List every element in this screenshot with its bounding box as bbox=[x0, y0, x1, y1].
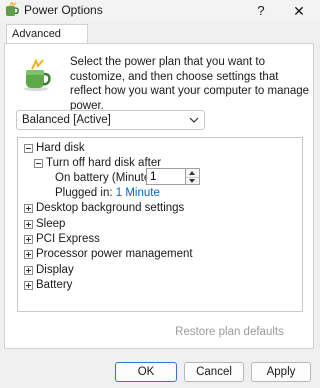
on-battery-input[interactable] bbox=[146, 168, 186, 185]
tree-item-label: Processor power management bbox=[36, 248, 193, 260]
expand-icon[interactable] bbox=[24, 220, 33, 229]
help-button[interactable]: ? bbox=[250, 2, 272, 20]
description-text: Select the power plan that you want to c… bbox=[70, 56, 310, 112]
tree-item-label: Desktop background settings bbox=[36, 202, 185, 214]
on-battery-label: On battery (Minute): bbox=[55, 172, 158, 184]
tree-item-label: Battery bbox=[36, 279, 73, 291]
tree-item-label: Hard disk bbox=[36, 142, 85, 154]
power-options-icon bbox=[6, 2, 19, 16]
power-options-window: Power Options ? ✕ Advanced settings Sele… bbox=[0, 0, 320, 388]
plugged-in-setting: Plugged in: 1 Minute bbox=[55, 186, 160, 200]
expand-icon[interactable] bbox=[24, 250, 33, 259]
spin-down-icon[interactable] bbox=[186, 177, 199, 185]
window-title: Power Options bbox=[24, 3, 103, 17]
cancel-button[interactable]: Cancel bbox=[184, 362, 244, 382]
ok-button[interactable]: OK bbox=[115, 362, 177, 382]
expand-icon[interactable] bbox=[24, 204, 33, 213]
on-battery-spinner bbox=[186, 168, 200, 185]
spin-up-icon[interactable] bbox=[186, 169, 199, 177]
collapse-icon[interactable] bbox=[24, 144, 33, 153]
tree-item-label: Display bbox=[36, 264, 74, 276]
power-plan-icon bbox=[24, 58, 51, 91]
chevron-down-icon bbox=[189, 117, 199, 123]
apply-button[interactable]: Apply bbox=[251, 362, 311, 382]
collapse-icon[interactable] bbox=[34, 159, 43, 168]
tree-item-label: Turn off hard disk after bbox=[46, 157, 162, 169]
expand-icon[interactable] bbox=[24, 266, 33, 275]
plugged-in-label: Plugged in: bbox=[55, 187, 113, 199]
restore-plan-defaults-button[interactable]: Restore plan defaults bbox=[170, 322, 289, 342]
tree-item-label: PCI Express bbox=[36, 233, 100, 245]
plugged-in-value-link[interactable]: 1 Minute bbox=[116, 187, 160, 199]
close-button[interactable]: ✕ bbox=[288, 2, 310, 20]
power-plan-dropdown[interactable]: Balanced [Active] bbox=[16, 110, 205, 130]
expand-icon[interactable] bbox=[24, 281, 33, 290]
power-plan-selected: Balanced [Active] bbox=[22, 114, 111, 126]
title-bar: Power Options ? ✕ bbox=[0, 0, 320, 22]
expand-icon[interactable] bbox=[24, 235, 33, 244]
tab-advanced-settings[interactable]: Advanced settings bbox=[6, 24, 88, 58]
tree-item-label: Sleep bbox=[36, 218, 66, 230]
